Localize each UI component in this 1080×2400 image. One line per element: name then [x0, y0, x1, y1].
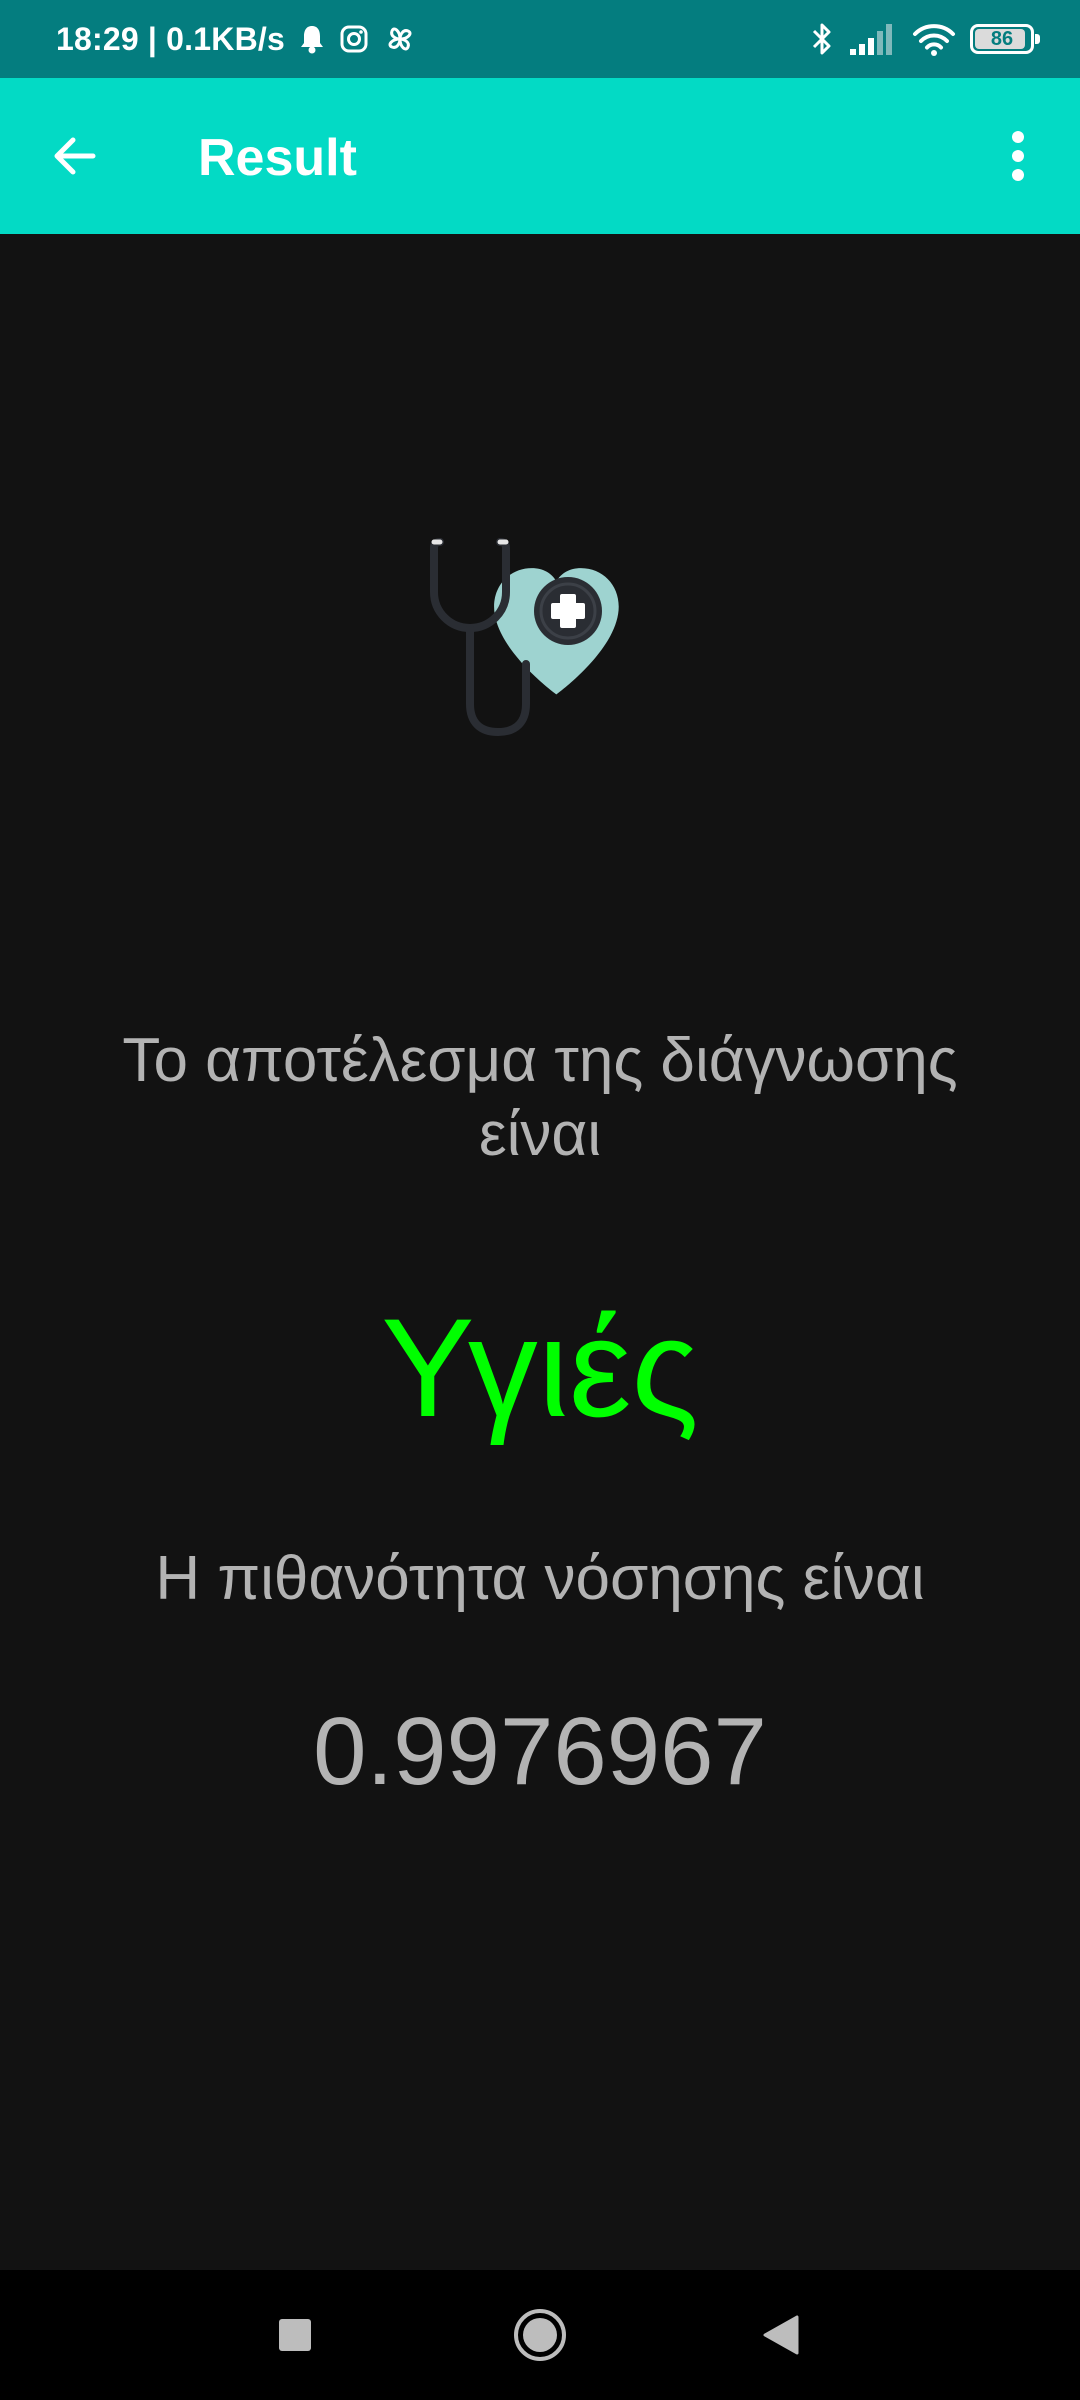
arrow-left-icon	[54, 137, 96, 175]
bell-icon	[299, 24, 325, 54]
battery-icon: 86	[970, 24, 1040, 54]
status-left: 18:29 | 0.1KB/s	[56, 21, 417, 58]
home-button[interactable]	[500, 2295, 580, 2375]
navigation-bar	[0, 2270, 1080, 2400]
recents-square-icon	[279, 2319, 311, 2351]
recents-button[interactable]	[255, 2295, 335, 2375]
pinwheel-icon	[383, 22, 417, 56]
more-options-button[interactable]	[974, 112, 1062, 200]
signal-icon	[848, 22, 898, 56]
stethoscope-heart-icon	[430, 538, 619, 737]
diagnosis-label: Το αποτέλεσμα της διάγνωσης είναι	[122, 1026, 958, 1169]
instagram-icon	[339, 24, 369, 54]
diagnosis-result: Υγιές	[381, 1289, 699, 1446]
battery-level: 86	[990, 27, 1014, 50]
probability-label: Η πιθανότητα νόσησης είναι	[155, 1544, 925, 1613]
probability-value: 0.9976967	[313, 1698, 767, 1805]
more-vert-icon	[1012, 131, 1024, 181]
page-title: Result	[198, 129, 357, 187]
battery-tip	[1035, 34, 1040, 44]
bluetooth-icon	[810, 21, 834, 57]
app-bar: Result	[0, 78, 1080, 234]
back-triangle-icon	[763, 2315, 799, 2355]
back-nav-button[interactable]	[740, 2295, 820, 2375]
wifi-icon	[912, 22, 956, 56]
status-right: 86	[796, 21, 1040, 57]
status-bar: 18:29 | 0.1KB/s 86	[0, 0, 1080, 78]
result-content: Το αποτέλεσμα της διάγνωσης είναι Υγιές …	[0, 234, 1080, 2270]
status-time: 18:29 | 0.1KB/s	[56, 20, 285, 57]
back-button[interactable]	[30, 112, 118, 200]
home-circle-icon	[514, 2309, 566, 2361]
